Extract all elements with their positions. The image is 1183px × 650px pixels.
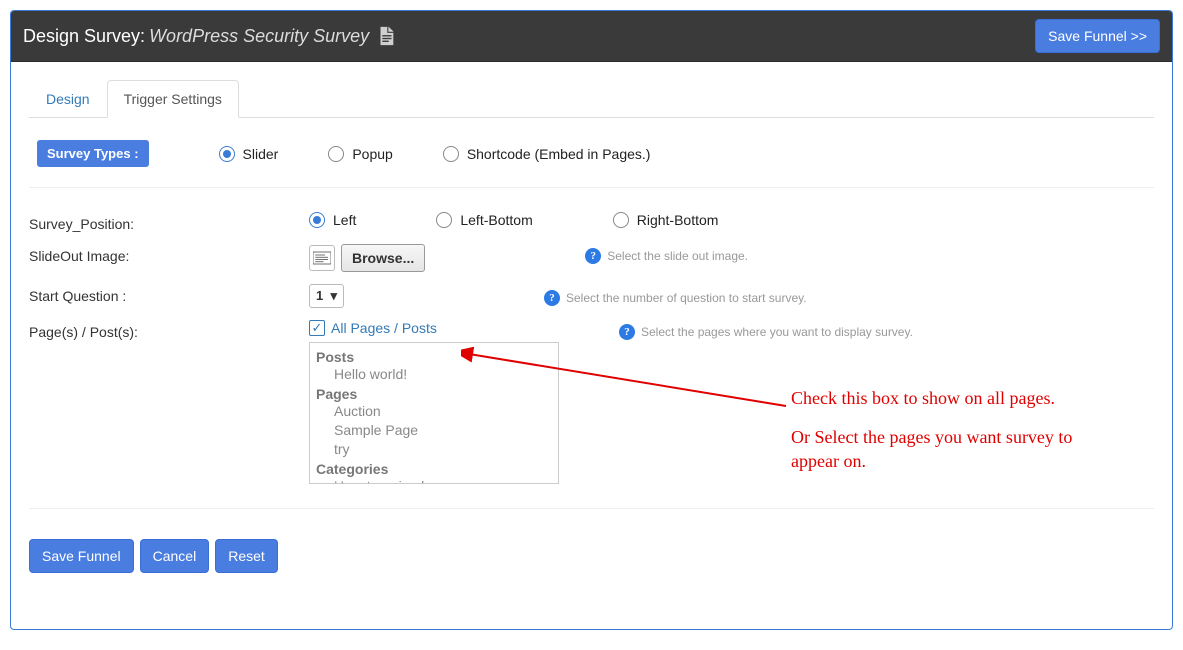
row-survey-types: Survey Types : Slider Popup Shortcode (E… <box>29 140 1154 188</box>
all-pages-checkbox[interactable]: ✓ All Pages / Posts <box>309 320 589 336</box>
annotation-line-2: Or Select the pages you want survey to a… <box>791 425 1111 474</box>
radio-position-left-bottom[interactable]: Left-Bottom <box>436 212 532 228</box>
save-funnel-button[interactable]: Save Funnel <box>29 539 134 573</box>
listbox-item[interactable]: Sample Page <box>316 421 552 440</box>
checkbox-icon: ✓ <box>309 320 325 336</box>
radio-survey-type-slider[interactable]: Slider <box>219 146 279 162</box>
row-start-question: Start Question : 1 ▾ ? Select the number… <box>29 284 1154 308</box>
listbox-item[interactable]: Auction <box>316 402 552 421</box>
radio-label: Left <box>333 212 356 228</box>
radio-icon <box>443 146 459 162</box>
document-icon <box>375 25 397 47</box>
radio-label: Popup <box>352 146 392 162</box>
app-panel: Design Survey: WordPress Security Survey… <box>10 10 1173 630</box>
footer-buttons: Save Funnel Cancel Reset <box>29 539 1154 573</box>
radio-icon <box>309 212 325 228</box>
radio-label: Shortcode (Embed in Pages.) <box>467 146 651 162</box>
tab-trigger-settings[interactable]: Trigger Settings <box>107 80 239 118</box>
all-pages-label: All Pages / Posts <box>331 320 437 336</box>
slideout-image-preview <box>309 245 335 271</box>
survey-types-label: Survey Types : <box>37 140 149 167</box>
help-icon: ? <box>585 248 601 264</box>
radio-label: Left-Bottom <box>460 212 532 228</box>
help-text-start-question: Select the number of question to start s… <box>566 291 807 305</box>
listbox-item[interactable]: try <box>316 440 552 459</box>
listbox-item[interactable]: Uncategorized <box>316 477 552 484</box>
radio-position-left[interactable]: Left <box>309 212 356 228</box>
row-survey-position: Survey_Position: Left Left-Bottom Right-… <box>29 212 1154 232</box>
header-prefix: Design Survey: <box>23 26 145 47</box>
radio-label: Right-Bottom <box>637 212 719 228</box>
cancel-button[interactable]: Cancel <box>140 539 210 573</box>
start-question-value: 1 <box>316 288 323 303</box>
radio-icon <box>613 212 629 228</box>
slideout-image-label: SlideOut Image: <box>29 244 309 264</box>
help-text-slideout: Select the slide out image. <box>607 249 748 263</box>
help-text-pages-posts: Select the pages where you want to displ… <box>641 325 913 339</box>
tabs: Design Trigger Settings <box>29 80 1154 118</box>
save-funnel-top-button[interactable]: Save Funnel >> <box>1035 19 1160 53</box>
annotation-line-1: Check this box to show on all pages. <box>791 386 1055 410</box>
panel-header: Design Survey: WordPress Security Survey… <box>11 11 1172 62</box>
listbox-group: Posts <box>316 349 552 365</box>
row-slideout-image: SlideOut Image: Browse... ? Select the s… <box>29 244 1154 272</box>
panel-header-left: Design Survey: WordPress Security Survey <box>23 25 397 47</box>
pages-posts-listbox[interactable]: Posts Hello world! Pages Auction Sample … <box>309 342 559 484</box>
radio-icon <box>219 146 235 162</box>
radio-icon <box>328 146 344 162</box>
reset-button[interactable]: Reset <box>215 539 278 573</box>
pages-posts-label: Page(s) / Post(s): <box>29 320 309 340</box>
radio-survey-type-popup[interactable]: Popup <box>328 146 392 162</box>
start-question-label: Start Question : <box>29 284 309 304</box>
help-icon: ? <box>619 324 635 340</box>
radio-label: Slider <box>243 146 279 162</box>
tab-design[interactable]: Design <box>29 80 107 118</box>
listbox-item[interactable]: Hello world! <box>316 365 552 384</box>
listbox-group: Pages <box>316 386 552 402</box>
survey-position-label: Survey_Position: <box>29 212 309 232</box>
survey-name: WordPress Security Survey <box>149 26 369 47</box>
start-question-select[interactable]: 1 ▾ <box>309 284 344 308</box>
chevron-down-icon: ▾ <box>327 288 337 303</box>
divider <box>29 508 1154 509</box>
listbox-group: Categories <box>316 461 552 477</box>
radio-icon <box>436 212 452 228</box>
radio-survey-type-shortcode[interactable]: Shortcode (Embed in Pages.) <box>443 146 651 162</box>
browse-button[interactable]: Browse... <box>341 244 425 272</box>
help-icon: ? <box>544 290 560 306</box>
panel-body: Design Trigger Settings Survey Types : S… <box>11 62 1172 593</box>
radio-position-right-bottom[interactable]: Right-Bottom <box>613 212 719 228</box>
